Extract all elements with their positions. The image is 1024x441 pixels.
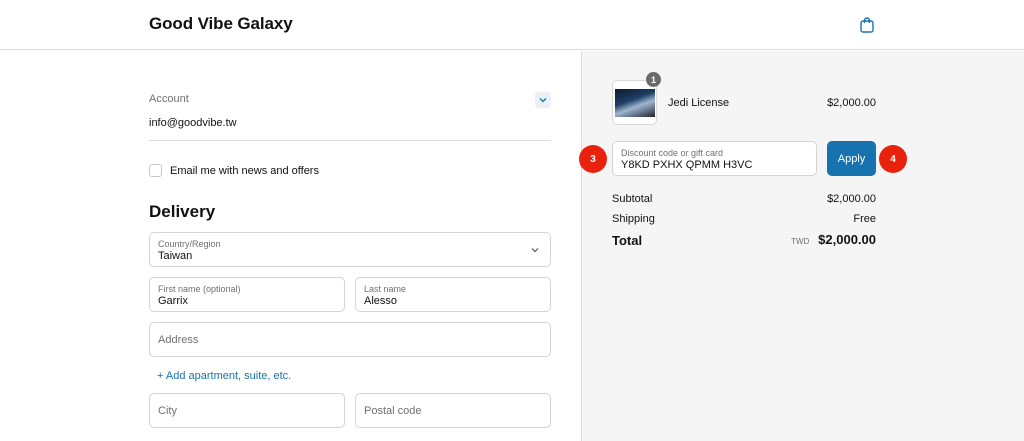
address-placeholder: Address [158, 333, 199, 346]
country-select[interactable]: Country/Region Taiwan [149, 232, 551, 267]
total-label: Total [612, 233, 643, 248]
annotation-marker-3: 3 [579, 145, 607, 173]
product-image [615, 89, 655, 117]
country-label: Country/Region [158, 239, 221, 249]
shipping-label: Shipping [612, 213, 655, 225]
header: Good Vibe Galaxy [0, 0, 1024, 50]
postal-code-placeholder: Postal code [364, 404, 422, 417]
chevron-down-icon[interactable] [535, 92, 551, 108]
total-value: $2,000.00 [818, 232, 876, 247]
city-field[interactable]: City [149, 393, 345, 428]
first-name-field[interactable]: First name (optional) Garrix [149, 277, 345, 312]
total-currency: TWD [791, 237, 810, 246]
last-name-label: Last name [364, 284, 407, 294]
product-price: $2,000.00 [827, 97, 876, 109]
subtotal-label: Subtotal [612, 193, 653, 205]
account-email: info@goodvibe.tw [149, 117, 237, 129]
discount-code-field[interactable]: Discount code or gift card Y8KD PXHX QPM… [612, 141, 817, 176]
last-name-value: Alesso [364, 295, 398, 307]
newsletter-checkbox[interactable] [149, 164, 162, 177]
account-label: Account [149, 93, 189, 105]
chevron-down-icon [531, 248, 539, 253]
first-name-value: Garrix [158, 295, 188, 307]
last-name-field[interactable]: Last name Alesso [355, 277, 551, 312]
product-name: Jedi License [668, 97, 730, 109]
apply-button[interactable]: Apply [827, 141, 876, 176]
city-placeholder: City [158, 404, 177, 417]
divider [149, 140, 551, 141]
delivery-heading: Delivery [149, 202, 216, 221]
shipping-value: Free [853, 213, 876, 225]
subtotal-value: $2,000.00 [827, 193, 876, 205]
first-name-label: First name (optional) [158, 284, 241, 294]
newsletter-label[interactable]: Email me with news and offers [170, 165, 319, 177]
address-field[interactable]: Address [149, 322, 551, 357]
add-apartment-link[interactable]: + Add apartment, suite, etc. [157, 370, 291, 382]
shopping-bag-icon[interactable] [859, 16, 875, 34]
discount-code-label: Discount code or gift card [621, 148, 724, 158]
postal-code-field[interactable]: Postal code [355, 393, 551, 428]
discount-code-value: Y8KD PXHX QPMM H3VC [621, 159, 753, 171]
quantity-badge: 1 [646, 72, 661, 87]
country-value: Taiwan [158, 250, 193, 262]
product-thumbnail [612, 80, 657, 125]
annotation-marker-4: 4 [879, 145, 907, 173]
brand-name[interactable]: Good Vibe Galaxy [149, 14, 293, 34]
